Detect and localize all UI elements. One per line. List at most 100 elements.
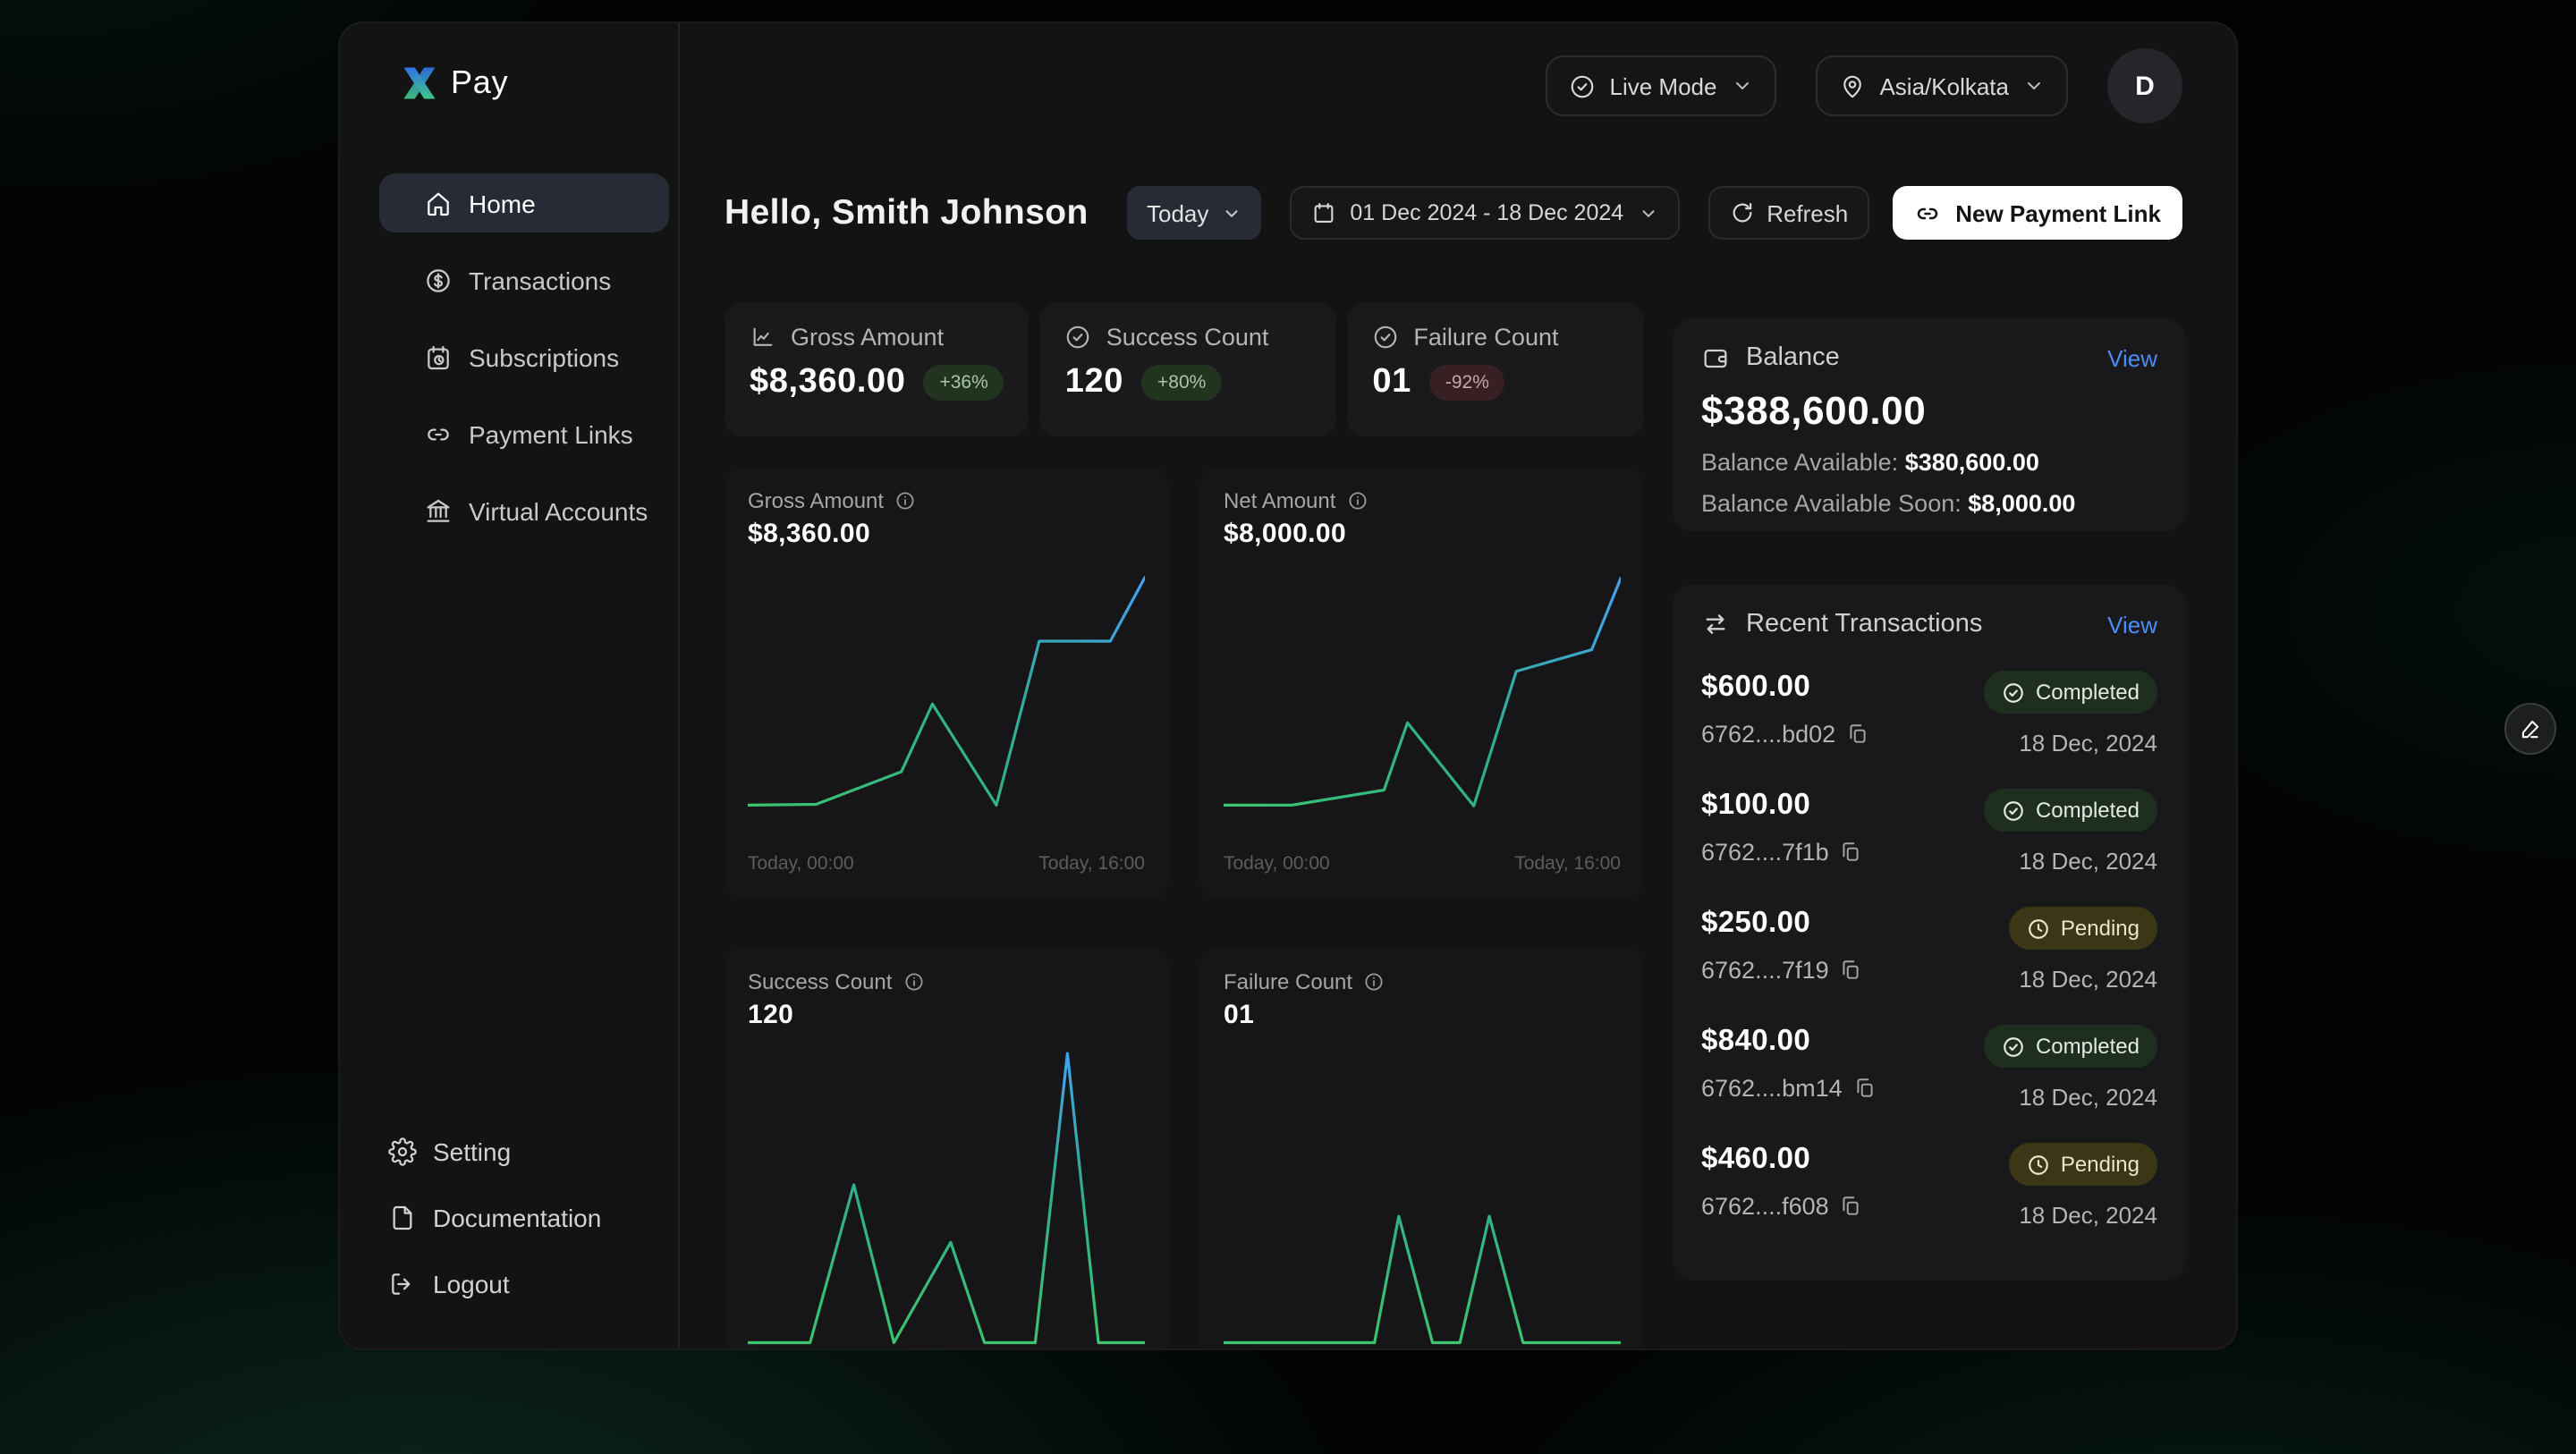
metrics-column: Gross Amount $8,360.00 +36% bbox=[724, 302, 1644, 1348]
sidebar-item-logout[interactable]: Logout bbox=[388, 1270, 678, 1298]
map-pin-icon bbox=[1838, 72, 1865, 99]
delta-badge: +80% bbox=[1141, 365, 1222, 401]
chevron-down-icon bbox=[1221, 203, 1241, 223]
sidebar-item-transactions[interactable]: Transactions bbox=[379, 250, 669, 309]
chart-value: 01 bbox=[1224, 1000, 1621, 1030]
balance-soon-label: Balance Available Soon: bbox=[1701, 490, 1962, 517]
check-circle-icon bbox=[1372, 324, 1399, 351]
transactions-view-link[interactable]: View bbox=[2107, 611, 2157, 638]
balance-total: $388,600.00 bbox=[1701, 388, 2157, 435]
edit-fab[interactable] bbox=[2504, 703, 2556, 755]
sidebar-item-home[interactable]: Home bbox=[379, 173, 669, 232]
status-badge: Pending bbox=[2009, 907, 2157, 950]
status-icon bbox=[2002, 681, 2025, 704]
sidebar-item-virtual-accounts[interactable]: Virtual Accounts bbox=[379, 481, 669, 540]
calendar-clock-icon bbox=[424, 342, 453, 371]
link-icon bbox=[424, 419, 453, 448]
x-axis-labels: Today, 00:00 Today, 16:00 bbox=[748, 853, 1145, 878]
recent-transactions-card: Recent Transactions View $600.00 6762...… bbox=[1673, 585, 2186, 1281]
transaction-amount: $250.00 bbox=[1701, 907, 1863, 941]
x-axis-end: Today, 16:00 bbox=[1514, 853, 1621, 875]
avatar[interactable]: D bbox=[2107, 48, 2182, 123]
calendar-icon bbox=[1310, 200, 1335, 225]
info-icon[interactable] bbox=[902, 971, 924, 993]
sidebar-item-label: Logout bbox=[433, 1270, 510, 1298]
copy-icon[interactable] bbox=[1840, 959, 1863, 982]
status-label: Pending bbox=[2061, 916, 2140, 941]
date-range-selector[interactable]: 01 Dec 2024 - 18 Dec 2024 bbox=[1289, 186, 1679, 240]
sidebar-item-documentation[interactable]: Documentation bbox=[388, 1204, 678, 1232]
x-axis-labels: Today, 00:00 Today, 16:00 bbox=[1224, 853, 1621, 878]
document-icon bbox=[388, 1204, 417, 1232]
transaction-id: 6762....7f19 bbox=[1701, 957, 1829, 984]
timezone-label: Asia/Kolkata bbox=[1879, 72, 2009, 99]
status-label: Completed bbox=[2036, 1034, 2140, 1059]
transaction-row: $840.00 6762....bm14 Completed 18 Dec, 2… bbox=[1701, 1025, 2157, 1111]
bank-icon bbox=[424, 496, 453, 525]
copy-icon[interactable] bbox=[1846, 723, 1869, 746]
stat-label: Failure Count bbox=[1413, 324, 1558, 351]
transaction-id: 6762....bd02 bbox=[1701, 721, 1835, 748]
stats-row: Gross Amount $8,360.00 +36% bbox=[724, 302, 1644, 436]
gear-icon bbox=[388, 1137, 417, 1166]
balance-card: Balance View $388,600.00 Balance Availab… bbox=[1673, 318, 2186, 531]
info-icon[interactable] bbox=[1363, 971, 1385, 993]
page-header: Hello, Smith Johnson Today 01 Dec 2024 -… bbox=[724, 186, 2182, 240]
line-chart-icon bbox=[750, 324, 776, 351]
check-circle-icon bbox=[1569, 72, 1596, 99]
copy-icon[interactable] bbox=[1840, 1195, 1863, 1218]
status-badge: Completed bbox=[1984, 671, 2157, 714]
status-badge: Completed bbox=[1984, 789, 2157, 832]
avatar-initial: D bbox=[2135, 71, 2155, 101]
chart-card-failure-count: Failure Count 01 bbox=[1200, 950, 1644, 1350]
copy-icon[interactable] bbox=[1840, 841, 1863, 864]
stat-value: $8,360.00 bbox=[750, 363, 905, 402]
status-badge: Completed bbox=[1984, 1025, 2157, 1068]
success-count-line-chart bbox=[748, 1043, 1145, 1350]
chart-value: $8,000.00 bbox=[1224, 519, 1621, 549]
sidebar-item-label: Documentation bbox=[433, 1204, 601, 1232]
sidebar-item-setting[interactable]: Setting bbox=[388, 1137, 678, 1166]
brand-x-icon bbox=[401, 64, 438, 102]
timezone-selector[interactable]: Asia/Kolkata bbox=[1815, 55, 2068, 116]
period-selector[interactable]: Today bbox=[1127, 186, 1260, 240]
transactions-title: Recent Transactions bbox=[1746, 610, 1982, 638]
sidebar-item-subscriptions[interactable]: Subscriptions bbox=[379, 327, 669, 386]
sidebar-item-label: Virtual Accounts bbox=[469, 496, 648, 525]
topbar: Live Mode Asia/Kolkata D bbox=[724, 48, 2182, 123]
transaction-id: 6762....7f1b bbox=[1701, 839, 1829, 866]
info-icon[interactable] bbox=[894, 490, 916, 511]
refresh-icon bbox=[1729, 200, 1754, 225]
date-range-label: 01 Dec 2024 - 18 Dec 2024 bbox=[1350, 200, 1623, 225]
chart-card-success-count: Success Count 120 bbox=[724, 950, 1168, 1350]
chart-title: Net Amount bbox=[1224, 488, 1335, 513]
transaction-date: 18 Dec, 2024 bbox=[2019, 1084, 2157, 1111]
status-icon bbox=[2027, 917, 2050, 940]
x-axis-end: Today, 16:00 bbox=[1038, 853, 1145, 875]
net-amount-line-chart bbox=[1224, 562, 1621, 823]
balance-title: Balance bbox=[1746, 343, 1840, 372]
balance-available-value: $380,600.00 bbox=[1905, 449, 2039, 476]
transaction-date: 18 Dec, 2024 bbox=[2019, 966, 2157, 993]
sidebar-item-label: Home bbox=[469, 189, 536, 217]
brand-name: Pay bbox=[451, 64, 508, 102]
sidebar-item-payment-links[interactable]: Payment Links bbox=[379, 404, 669, 463]
new-payment-link-label: New Payment Link bbox=[1955, 199, 2161, 226]
wallet-icon bbox=[1701, 343, 1730, 372]
status-label: Completed bbox=[2036, 798, 2140, 823]
status-icon bbox=[2027, 1153, 2050, 1176]
sidebar: Pay Home Transactions bbox=[340, 23, 680, 1348]
transaction-date: 18 Dec, 2024 bbox=[2019, 848, 2157, 875]
failure-count-line-chart bbox=[1224, 1043, 1621, 1350]
live-mode-selector[interactable]: Live Mode bbox=[1546, 55, 1776, 116]
new-payment-link-button[interactable]: New Payment Link bbox=[1893, 186, 2182, 240]
info-icon[interactable] bbox=[1346, 490, 1368, 511]
stat-value: 01 bbox=[1372, 363, 1411, 402]
refresh-label: Refresh bbox=[1767, 199, 1848, 226]
refresh-button[interactable]: Refresh bbox=[1707, 186, 1869, 240]
copy-icon[interactable] bbox=[1853, 1077, 1877, 1100]
stat-value: 120 bbox=[1065, 363, 1123, 402]
chart-card-gross-amount: Gross Amount $8,360.00 Today, 00:00 Toda… bbox=[724, 469, 1168, 898]
logout-icon bbox=[388, 1270, 417, 1298]
balance-view-link[interactable]: View bbox=[2107, 344, 2157, 371]
